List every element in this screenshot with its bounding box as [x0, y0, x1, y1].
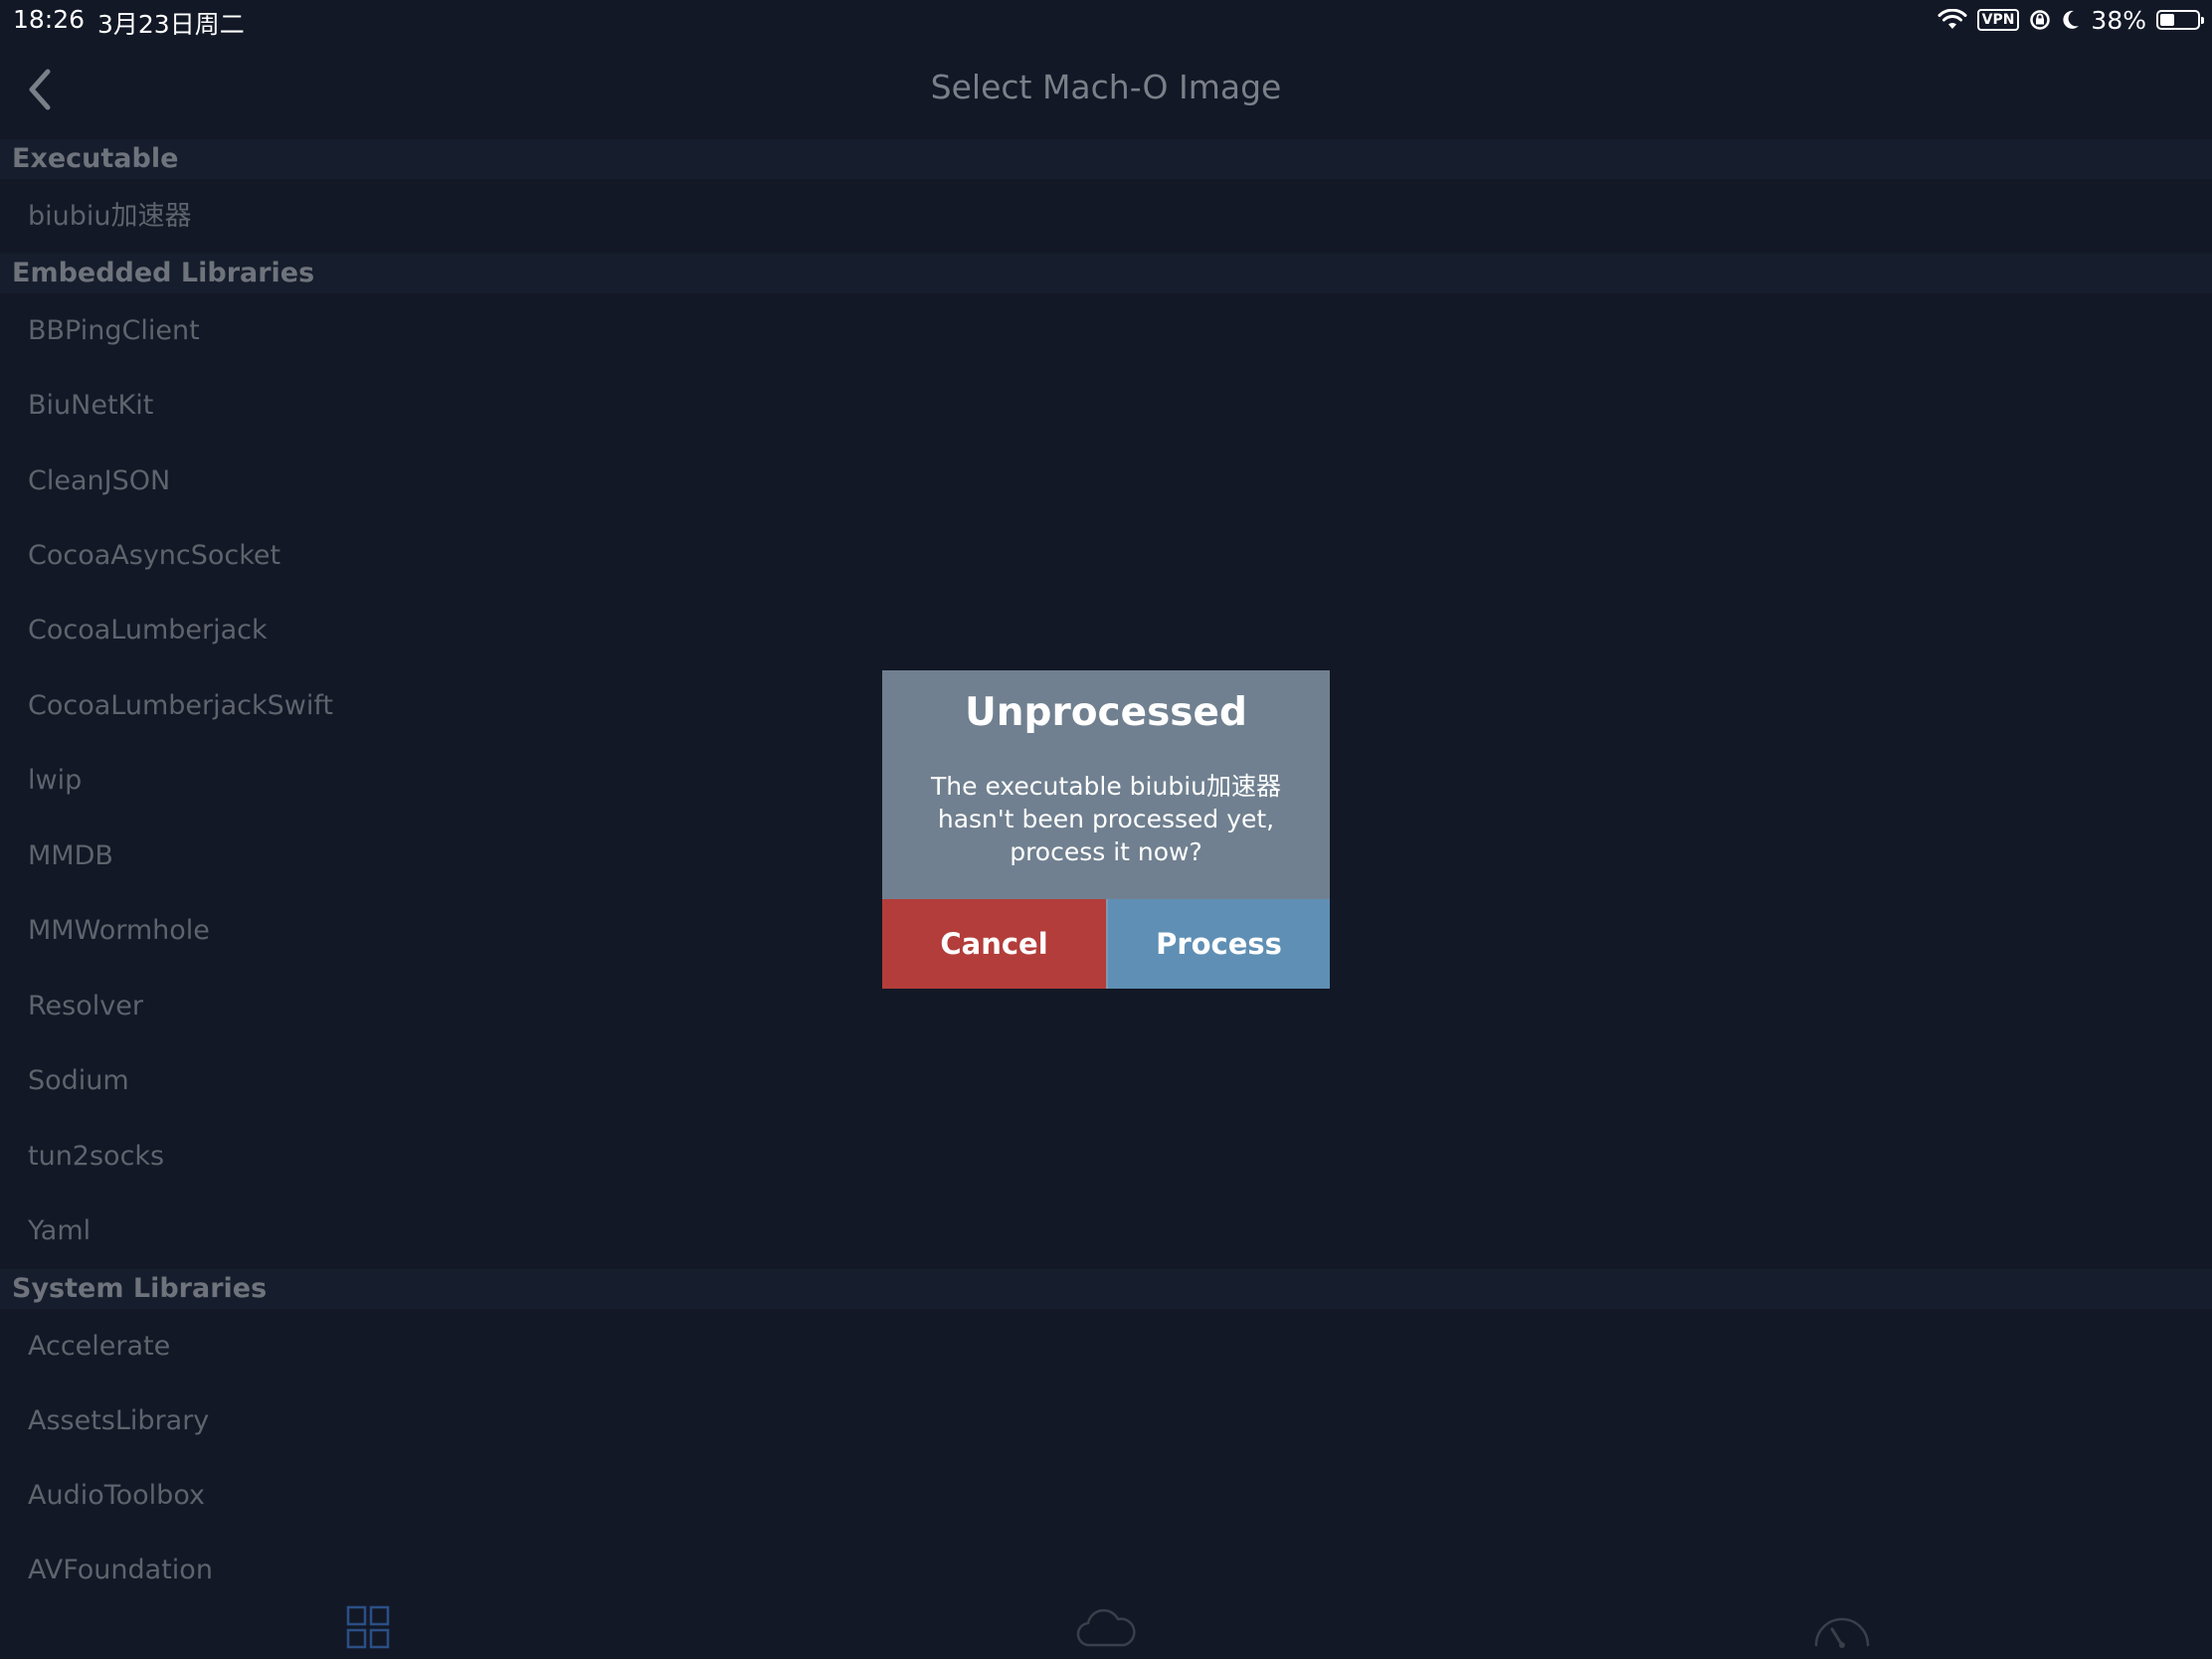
tab-images[interactable] — [346, 1605, 390, 1653]
alert-message-line: hasn't been processed yet, — [937, 805, 1275, 833]
list-item[interactable]: AssetsLibrary — [0, 1383, 2212, 1458]
section-header-executable: Executable — [0, 139, 2212, 179]
list-item[interactable]: AudioToolbox — [0, 1458, 2212, 1533]
battery-icon — [2156, 10, 2204, 30]
list-item[interactable]: tun2socks — [0, 1119, 2212, 1194]
status-bar: 18:26 3月23日周二 VPN 38% — [0, 0, 2212, 40]
list-item[interactable]: CocoaAsyncSocket — [0, 518, 2212, 593]
alert-message-line: The executable biubiu加速器 — [931, 772, 1281, 801]
battery-tip — [2201, 17, 2204, 24]
list-item[interactable]: AVFoundation — [0, 1533, 2212, 1607]
grid-icon — [346, 1605, 390, 1649]
alert-title: Unprocessed — [965, 690, 1247, 735]
list-item[interactable]: Yaml — [0, 1194, 2212, 1268]
navigation-bar: Select Mach-O Image — [0, 40, 2212, 139]
list-item[interactable]: biubiu加速器 — [0, 179, 2212, 254]
tab-performance[interactable] — [1812, 1605, 1872, 1653]
unprocessed-alert: Unprocessed The executable biubiu加速器 has… — [882, 670, 1330, 989]
status-date: 3月23日周二 — [97, 10, 245, 39]
list-item[interactable]: CocoaLumberjack — [0, 593, 2212, 667]
status-indicators: VPN 38% — [1928, 4, 2204, 36]
section-header-system-libraries: System Libraries — [0, 1269, 2212, 1309]
tab-cloud[interactable] — [1076, 1605, 1136, 1653]
list-item[interactable]: Accelerate — [0, 1309, 2212, 1383]
page-title: Select Mach-O Image — [930, 68, 1282, 106]
process-button[interactable]: Process — [1106, 899, 1330, 989]
orientation-lock-icon — [2030, 10, 2051, 30]
speedometer-icon — [1814, 1617, 1870, 1648]
section-header-embedded-libraries: Embedded Libraries — [0, 254, 2212, 293]
tab-bar — [0, 1599, 2212, 1659]
cancel-button[interactable]: Cancel — [882, 899, 1106, 989]
screen: 18:26 3月23日周二 VPN 38% Select Mach-O Imag… — [0, 0, 2212, 1659]
list-item[interactable]: CleanJSON — [0, 444, 2212, 518]
list-item[interactable]: Sodium — [0, 1043, 2212, 1118]
vpn-badge: VPN — [1976, 9, 2020, 31]
moon-icon — [2063, 10, 2080, 29]
battery-fill — [2160, 14, 2174, 26]
list-item[interactable]: BBPingClient — [0, 293, 2212, 368]
list-item[interactable]: BiuNetKit — [0, 368, 2212, 443]
alert-message: The executable biubiu加速器 hasn't been pro… — [912, 770, 1300, 868]
alert-message-line: process it now? — [1010, 837, 1202, 866]
status-time: 18:26 — [13, 5, 86, 34]
cloud-icon — [1076, 1608, 1136, 1647]
wifi-icon — [1937, 9, 1967, 29]
battery-percentage: 38% — [2091, 5, 2146, 35]
